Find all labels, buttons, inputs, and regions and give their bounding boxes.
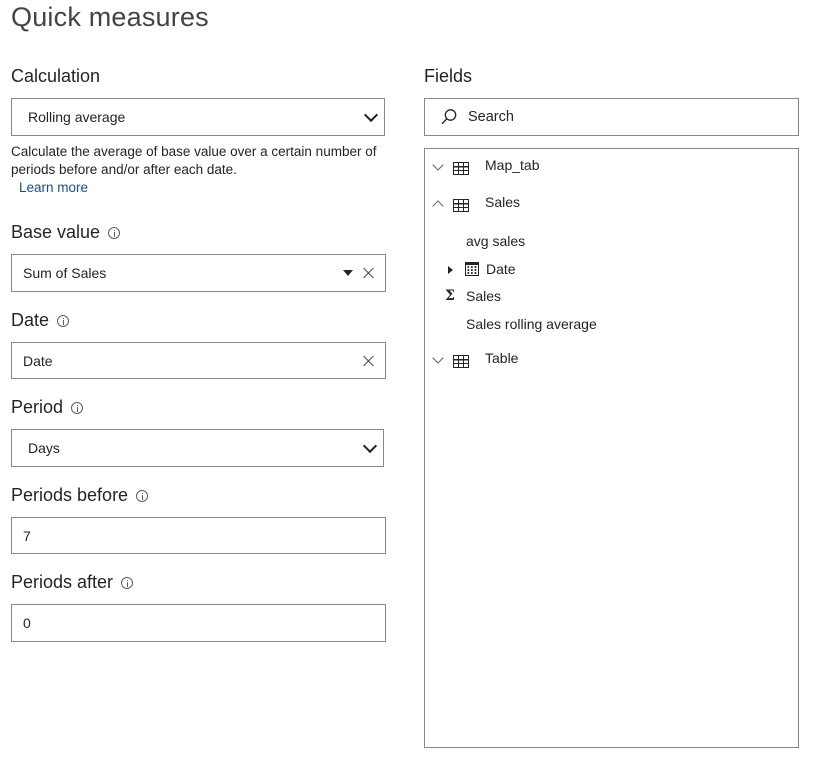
periods-after-input[interactable]: 0 xyxy=(11,604,386,642)
tree-field-label: Date xyxy=(486,261,516,277)
calculation-selected: Rolling average xyxy=(28,109,126,125)
chevron-down-icon[interactable] xyxy=(432,159,444,171)
tree-table-label: Sales xyxy=(485,194,521,210)
periods-after-value: 0 xyxy=(23,615,31,631)
calculation-label-text: Calculation xyxy=(11,66,101,86)
period-selected: Days xyxy=(28,440,60,456)
info-icon[interactable] xyxy=(108,226,121,239)
tree-table-table[interactable]: Table xyxy=(425,348,795,372)
chevron-down-icon xyxy=(363,107,379,122)
info-icon[interactable] xyxy=(57,314,70,327)
fields-label: Fields xyxy=(424,66,472,87)
date-field[interactable]: Date xyxy=(11,342,386,379)
periods-after-label: Periods after xyxy=(11,572,134,593)
periods-before-input[interactable]: 7 xyxy=(11,517,386,554)
tree-field-label: avg sales xyxy=(466,233,526,249)
info-icon[interactable] xyxy=(71,401,84,414)
calendar-icon xyxy=(465,262,479,276)
periods-before-label: Periods before xyxy=(11,485,149,506)
page-title: Quick measures xyxy=(11,2,209,32)
fields-tree: Map_tab Sales avg sales Date Σ Sales Sal… xyxy=(424,148,799,748)
base-value-label-text: Base value xyxy=(11,222,101,242)
tree-field-label: Sales rolling average xyxy=(466,316,597,332)
tree-table-map-tab[interactable]: Map_tab xyxy=(425,155,795,179)
tree-field-sales-rolling-average[interactable]: Sales rolling average xyxy=(425,314,795,336)
calculation-dropdown[interactable]: Rolling average xyxy=(11,98,385,136)
learn-more-link[interactable]: Learn more xyxy=(19,180,88,195)
close-icon[interactable] xyxy=(363,267,375,279)
tree-table-label: Map_tab xyxy=(485,157,540,173)
period-label-text: Period xyxy=(11,397,64,417)
sigma-icon: Σ xyxy=(445,288,455,304)
tree-field-avg-sales[interactable]: avg sales xyxy=(425,231,795,253)
period-dropdown[interactable]: Days xyxy=(11,429,384,467)
periods-before-value: 7 xyxy=(23,527,31,544)
chevron-down-icon xyxy=(362,438,378,453)
tree-field-label: Sales xyxy=(466,288,502,304)
tree-table-label: Table xyxy=(485,350,519,366)
caret-down-icon[interactable] xyxy=(343,270,353,276)
tree-table-sales[interactable]: Sales xyxy=(425,192,795,216)
period-label: Period xyxy=(11,397,84,418)
date-label: Date xyxy=(11,310,70,331)
close-icon[interactable] xyxy=(363,355,375,367)
periods-after-label-text: Periods after xyxy=(11,572,114,592)
search-input[interactable]: Search xyxy=(458,109,514,125)
chevron-up-icon[interactable] xyxy=(432,200,444,212)
expand-arrow-icon[interactable] xyxy=(448,266,453,274)
info-icon[interactable] xyxy=(121,576,134,589)
fields-search-box[interactable]: Search xyxy=(424,98,799,136)
base-value-field[interactable]: Sum of Sales xyxy=(11,254,386,292)
date-label-text: Date xyxy=(11,310,50,330)
table-icon xyxy=(453,199,469,212)
periods-before-label-text: Periods before xyxy=(11,485,129,505)
base-value-value: Sum of Sales xyxy=(23,265,107,281)
calculation-description: Calculate the average of base value over… xyxy=(11,144,377,177)
chevron-down-icon[interactable] xyxy=(432,352,444,364)
calculation-label: Calculation xyxy=(11,66,100,87)
date-value: Date xyxy=(23,352,53,369)
base-value-label: Base value xyxy=(11,222,121,243)
fields-label-text: Fields xyxy=(424,66,473,86)
tree-field-date[interactable]: Date xyxy=(425,259,795,281)
search-icon xyxy=(441,109,457,125)
tree-field-sales[interactable]: Σ Sales xyxy=(425,286,795,308)
table-icon xyxy=(453,162,469,175)
info-icon[interactable] xyxy=(136,489,149,502)
table-icon xyxy=(453,355,469,368)
